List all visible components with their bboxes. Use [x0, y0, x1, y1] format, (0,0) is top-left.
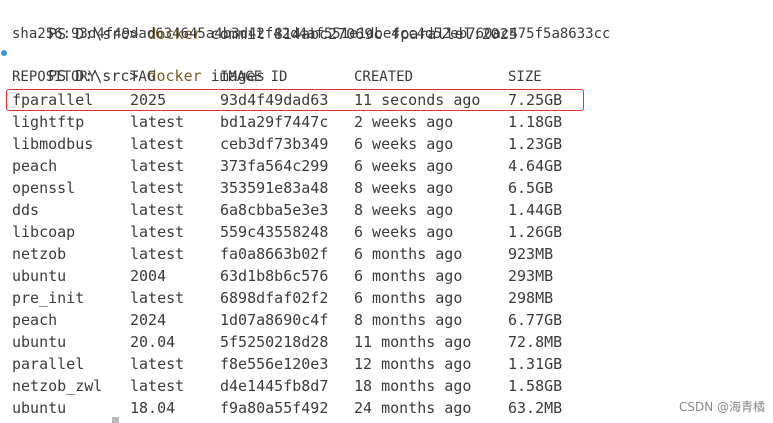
header-tag: TAG — [130, 69, 156, 85]
cell-tag: latest — [130, 377, 185, 395]
cell-repository: pre_init — [12, 289, 85, 307]
cell-repository: ubuntu — [12, 399, 67, 417]
cell-repository: dds — [12, 201, 40, 219]
cell-image-id: 559c43558248 — [220, 223, 329, 241]
cell-repository: libmodbus — [12, 135, 94, 153]
command-name: docker — [147, 67, 202, 85]
cell-tag: latest — [130, 201, 185, 219]
cell-created: 6 months ago — [354, 245, 463, 263]
cell-size: 293MB — [508, 267, 554, 285]
highlight-box — [6, 89, 584, 111]
cell-image-id: 5f5250218d28 — [220, 333, 329, 351]
cell-repository: netzob_zwl — [12, 377, 103, 395]
cell-tag: latest — [130, 223, 185, 241]
cell-created: 8 weeks ago — [354, 201, 454, 219]
cell-image-id: 373fa564c299 — [220, 157, 329, 175]
cell-tag: latest — [130, 135, 185, 153]
cell-created: 6 months ago — [354, 289, 463, 307]
cell-size: 72.8MB — [508, 333, 563, 351]
header-created: CREATED — [354, 69, 414, 85]
cell-image-id: f8e556e120e3 — [220, 355, 329, 373]
cell-size: 1.58GB — [508, 377, 563, 395]
cell-size: 923MB — [508, 245, 554, 263]
cell-image-id: f9a80a55f492 — [220, 399, 329, 417]
cell-repository: netzob — [12, 245, 67, 263]
cell-size: 63.2MB — [508, 399, 563, 417]
header-size: SIZE — [508, 69, 542, 85]
cell-created: 6 months ago — [354, 267, 463, 285]
cell-tag: latest — [130, 157, 185, 175]
cell-image-id: 1d07a8690c4f — [220, 311, 329, 329]
cell-repository: ubuntu — [12, 333, 67, 351]
cell-size: 4.64GB — [508, 157, 563, 175]
cell-created: 11 months ago — [354, 333, 472, 351]
cell-created: 6 weeks ago — [354, 223, 454, 241]
cell-tag: latest — [130, 245, 185, 263]
cell-created: 24 months ago — [354, 399, 472, 417]
cell-image-id: d4e1445fb8d7 — [220, 377, 329, 395]
cell-image-id: 353591e83a48 — [220, 179, 329, 197]
cell-tag: 18.04 — [130, 399, 176, 417]
cell-image-id: bd1a29f7447c — [220, 113, 329, 131]
cell-tag: latest — [130, 179, 185, 197]
cell-created: 18 months ago — [354, 377, 472, 395]
cell-created: 6 weeks ago — [354, 157, 454, 175]
cell-size: 1.31GB — [508, 355, 563, 373]
cell-repository: lightftp — [12, 113, 85, 131]
commit-output: sha256:93d4f49dad634645a4b3d42f42d4af551… — [12, 26, 611, 42]
command-status-dot[interactable] — [1, 50, 7, 56]
cell-repository: libcoap — [12, 223, 76, 241]
cell-tag: latest — [130, 113, 185, 131]
cell-image-id: fa0a8663b02f — [220, 245, 329, 263]
cell-size: 1.44GB — [508, 201, 563, 219]
cell-image-id: ceb3df73b349 — [220, 135, 329, 153]
header-repository: REPOSITORY — [12, 69, 97, 85]
cell-created: 8 months ago — [354, 311, 463, 329]
cell-repository: peach — [12, 311, 58, 329]
cell-size: 1.18GB — [508, 113, 563, 131]
command-line-images: PS D:\src> docker images — [12, 43, 265, 85]
cell-size: 298MB — [508, 289, 554, 307]
cell-size: 1.26GB — [508, 223, 563, 241]
cell-image-id: 6a8cbba5e3e3 — [220, 201, 329, 219]
cell-image-id: 63d1b8b6c576 — [220, 267, 329, 285]
cell-size: 6.5GB — [508, 179, 554, 197]
header-image-id: IMAGE ID — [220, 69, 288, 85]
cell-image-id: 6898dfaf02f2 — [220, 289, 329, 307]
cell-size: 6.77GB — [508, 311, 563, 329]
cell-repository: openssl — [12, 179, 76, 197]
cell-repository: ubuntu — [12, 267, 67, 285]
cell-created: 2 weeks ago — [354, 113, 454, 131]
cell-tag: latest — [130, 355, 185, 373]
cell-repository: parallel — [12, 355, 85, 373]
cell-created: 6 weeks ago — [354, 135, 454, 153]
cell-created: 8 weeks ago — [354, 179, 454, 197]
cell-tag: 2004 — [130, 267, 167, 285]
terminal-cursor — [112, 417, 119, 423]
cell-size: 1.23GB — [508, 135, 563, 153]
terminal-panel[interactable]: PS D:\src> docker commit 814abc27069c fp… — [0, 0, 773, 423]
cell-repository: peach — [12, 157, 58, 175]
cell-tag: 2024 — [130, 311, 167, 329]
command-line-commit: PS D:\src> docker commit 814abc27069c fp… — [12, 1, 518, 43]
cell-created: 12 months ago — [354, 355, 472, 373]
watermark: CSDN @海青橘 — [678, 400, 765, 414]
cell-tag: latest — [130, 289, 185, 307]
cell-tag: 20.04 — [130, 333, 176, 351]
